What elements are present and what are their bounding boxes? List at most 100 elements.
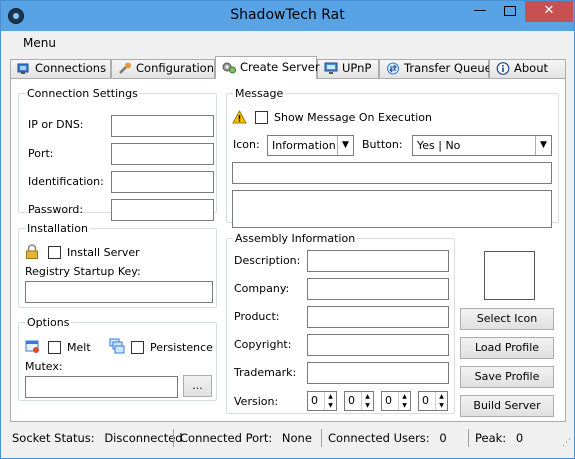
version-build-value: 0 (385, 394, 392, 407)
tab-configuration[interactable]: Configuration (111, 59, 215, 78)
tab-connections[interactable]: Connections (10, 59, 111, 78)
ip-input[interactable] (111, 115, 214, 137)
build-server-button[interactable]: Build Server (460, 395, 554, 417)
version-label: Version: (234, 395, 279, 408)
icon-select[interactable]: Information ▼ (267, 135, 354, 156)
warning-icon (232, 110, 247, 124)
network-icon (324, 62, 338, 74)
tab-create-server[interactable]: Create Server (215, 56, 320, 79)
minimize-button[interactable]: — (465, 1, 495, 22)
melt-label: Melt (67, 341, 91, 354)
version-minor-stepper[interactable]: 0 ▲ ▼ (344, 391, 374, 411)
trademark-input[interactable] (307, 362, 449, 384)
menu-item-menu[interactable]: Menu (23, 36, 56, 50)
select-icon-button[interactable]: Select Icon (460, 308, 554, 330)
load-profile-button[interactable]: Load Profile (460, 337, 554, 359)
message-title: Message (235, 87, 284, 100)
maximize-button[interactable] (495, 1, 525, 22)
melt-checkbox[interactable] (48, 341, 61, 354)
version-revision-value: 0 (422, 394, 429, 407)
stepper-arrows-icon[interactable]: ▲ ▼ (435, 392, 447, 410)
app-window: ShadowTech Rat — ✕ Menu Connections Conf… (0, 0, 575, 459)
version-revision-stepper[interactable]: 0 ▲ ▼ (418, 391, 448, 411)
persistence-icon (109, 338, 125, 354)
port-input[interactable] (111, 143, 214, 165)
close-button[interactable]: ✕ (525, 1, 573, 22)
maximize-icon (504, 6, 516, 16)
tab-transfer-queue-label: Transfer Queue (404, 61, 492, 75)
show-message-checkbox[interactable] (255, 111, 268, 124)
gears-icon (222, 62, 236, 74)
message-body-input[interactable] (232, 190, 552, 228)
connected-users-value: 0 (439, 431, 447, 445)
tab-transfer-queue[interactable]: Transfer Queue (379, 59, 492, 78)
registry-startup-key-input[interactable] (25, 281, 213, 303)
info-icon (496, 62, 510, 75)
icon-label: Icon: (233, 138, 260, 151)
stepper-arrows-icon[interactable]: ▲ ▼ (361, 392, 373, 410)
options-title: Options (27, 316, 70, 329)
connected-port-status: Connected Port: None (173, 429, 320, 447)
button-select-value: Yes | No (417, 139, 461, 152)
message-title-input[interactable] (232, 162, 552, 184)
lock-icon (26, 244, 38, 259)
create-server-page: Connection Settings IP or DNS: Port: Ide… (10, 78, 566, 422)
installation-title: Installation (27, 222, 88, 235)
product-label: Product: (234, 310, 280, 323)
mutex-input[interactable] (25, 376, 178, 398)
transfer-icon (387, 62, 399, 75)
description-input[interactable] (307, 250, 449, 272)
version-build-stepper[interactable]: 0 ▲ ▼ (381, 391, 411, 411)
stepper-arrows-icon[interactable]: ▲ ▼ (324, 392, 336, 410)
connection-settings-group: Connection Settings IP or DNS: Port: Ide… (18, 87, 217, 221)
button-label: Button: (362, 138, 403, 151)
product-input[interactable] (307, 306, 449, 328)
ip-label: IP or DNS: (28, 118, 84, 131)
identification-input[interactable] (111, 171, 214, 193)
assembly-info-group: Assembly Information Description: Compan… (226, 232, 455, 414)
server-icon-preview (484, 251, 535, 300)
company-input[interactable] (307, 278, 449, 300)
icon-select-value: Information (272, 139, 336, 152)
version-major-stepper[interactable]: 0 ▲ ▼ (307, 391, 337, 411)
description-label: Description: (234, 254, 301, 267)
password-input[interactable] (111, 199, 214, 221)
message-group: Message Show Message On Execution Icon: … (226, 87, 559, 228)
chevron-down-icon: ▼ (535, 136, 551, 155)
version-minor-value: 0 (348, 394, 355, 407)
socket-status-value: Disconnected (104, 431, 183, 445)
button-select[interactable]: Yes | No ▼ (412, 135, 552, 156)
tab-connections-label: Connections (35, 61, 107, 75)
tab-configuration-label: Configuration (136, 61, 214, 75)
company-label: Company: (234, 282, 290, 295)
tab-about[interactable]: About (489, 59, 566, 78)
stepper-arrows-icon[interactable]: ▲ ▼ (398, 392, 410, 410)
identification-label: Identification: (28, 175, 104, 188)
peak-status: Peak: 0 (468, 429, 555, 447)
tab-about-label: About (514, 61, 549, 75)
port-label: Port: (28, 147, 54, 160)
connection-settings-title: Connection Settings (27, 87, 138, 100)
options-group: Options Melt Persistence Mutex: ... (18, 316, 217, 401)
registry-startup-key-label: Registry Startup Key: (25, 265, 141, 278)
persistence-checkbox[interactable] (131, 341, 144, 354)
tab-upnp[interactable]: UPnP (317, 59, 379, 78)
copyright-label: Copyright: (234, 338, 292, 351)
connected-users-status: Connected Users: 0 (321, 429, 466, 447)
show-message-label: Show Message On Execution (274, 111, 432, 124)
title-bar[interactable]: ShadowTech Rat — ✕ (1, 1, 574, 31)
melt-icon (25, 340, 39, 353)
password-label: Password: (28, 203, 84, 216)
connections-icon (17, 63, 29, 74)
save-profile-button[interactable]: Save Profile (460, 366, 554, 388)
resize-grip-icon[interactable]: ⋰ (562, 438, 571, 448)
copyright-input[interactable] (307, 334, 449, 356)
mutex-browse-button[interactable]: ... (183, 375, 212, 397)
connected-port-value: None (281, 431, 312, 445)
chevron-down-icon: ▼ (337, 136, 353, 155)
peak-value: 0 (515, 431, 524, 445)
wrench-icon (119, 62, 131, 74)
menu-bar: Menu (1, 31, 574, 53)
socket-status-label: Socket Status: (12, 431, 95, 445)
install-server-checkbox[interactable] (48, 246, 61, 259)
